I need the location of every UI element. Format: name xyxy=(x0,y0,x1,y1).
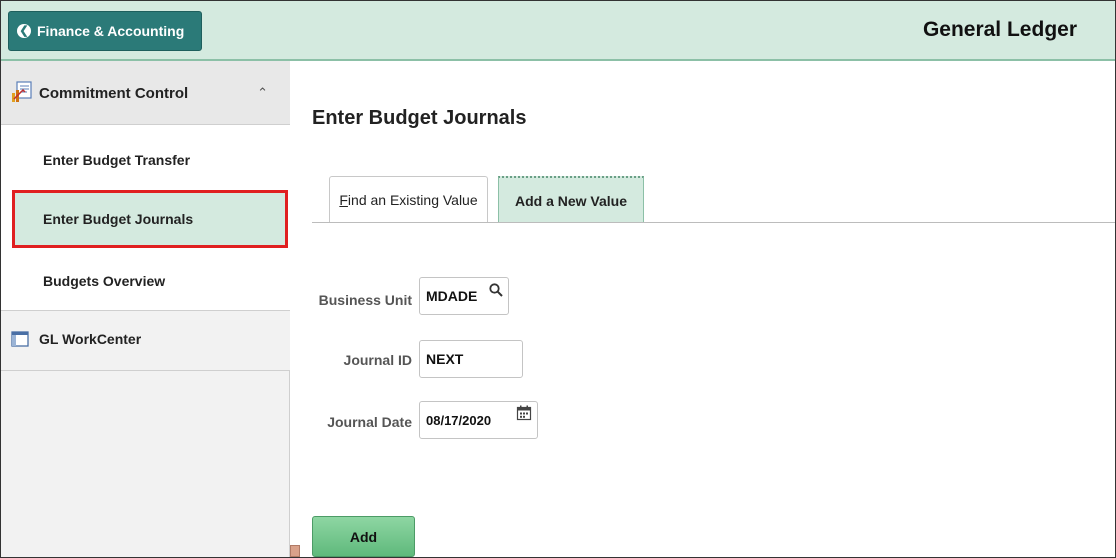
sidebar-item-label: Budgets Overview xyxy=(43,273,166,289)
tab-label: Find an Existing Value xyxy=(339,192,478,208)
header-bar: ❮ Finance & Accounting General Ledger xyxy=(1,1,1115,61)
sidebar-item-enter-budget-journals[interactable]: Enter Budget Journals xyxy=(12,190,288,248)
sidebar-item-label: Enter Budget Journals xyxy=(43,211,194,227)
business-unit-value: MDADE xyxy=(426,288,478,304)
journal-date-label: Journal Date xyxy=(327,414,412,430)
search-icon[interactable] xyxy=(488,282,504,298)
journal-date-input[interactable]: 08/17/2020 xyxy=(419,401,538,439)
business-unit-label: Business Unit xyxy=(318,292,412,308)
workcenter-icon xyxy=(11,331,29,347)
page-header-title: General Ledger xyxy=(922,18,1077,41)
sidebar-section-gl-workcenter[interactable]: GL WorkCenter xyxy=(1,311,290,371)
sidebar-item-budgets-overview[interactable]: Budgets Overview xyxy=(1,252,290,310)
business-unit-input[interactable]: MDADE xyxy=(419,277,509,315)
journal-id-label: Journal ID xyxy=(343,352,412,368)
journal-id-value: NEXT xyxy=(426,351,464,367)
sidebar-subitems: Enter Budget Transfer Enter Budget Journ… xyxy=(1,125,290,311)
tab-find-existing-value[interactable]: Find an Existing Value xyxy=(329,176,488,223)
tab-label: Add a New Value xyxy=(514,192,628,209)
journal-id-input[interactable]: NEXT xyxy=(419,340,523,378)
chevron-up-icon[interactable]: ⌃ xyxy=(257,85,268,101)
back-button-label: Finance & Accounting xyxy=(37,23,185,39)
main-content: Enter Budget Journals Find an Existing V… xyxy=(290,61,1115,557)
tab-divider xyxy=(312,222,1115,223)
journal-date-value: 08/17/2020 xyxy=(426,412,492,428)
add-button-label: Add xyxy=(349,528,378,545)
add-button[interactable]: Add xyxy=(312,516,415,557)
tab-add-new-value[interactable]: Add a New Value xyxy=(498,176,644,223)
commitment-control-icon xyxy=(12,81,32,102)
sidebar-section-label: Commitment Control xyxy=(39,85,189,102)
sidebar-item-label: Enter Budget Transfer xyxy=(43,152,191,168)
app-frame: ❮ Finance & Accounting General Ledger Co… xyxy=(0,0,1116,558)
sidebar: Commitment Control ⌃ Enter Budget Transf… xyxy=(1,61,290,557)
calendar-icon[interactable] xyxy=(516,405,532,421)
sidebar-section-commitment-control[interactable]: Commitment Control ⌃ xyxy=(1,61,290,125)
chevron-left-icon: ❮ xyxy=(17,24,31,38)
sidebar-section-label: GL WorkCenter xyxy=(39,331,142,347)
splitter-handle[interactable] xyxy=(290,545,300,557)
back-button[interactable]: ❮ Finance & Accounting xyxy=(8,11,202,51)
page-title: Enter Budget Journals xyxy=(312,107,527,129)
sidebar-item-enter-budget-transfer[interactable]: Enter Budget Transfer xyxy=(1,131,290,189)
